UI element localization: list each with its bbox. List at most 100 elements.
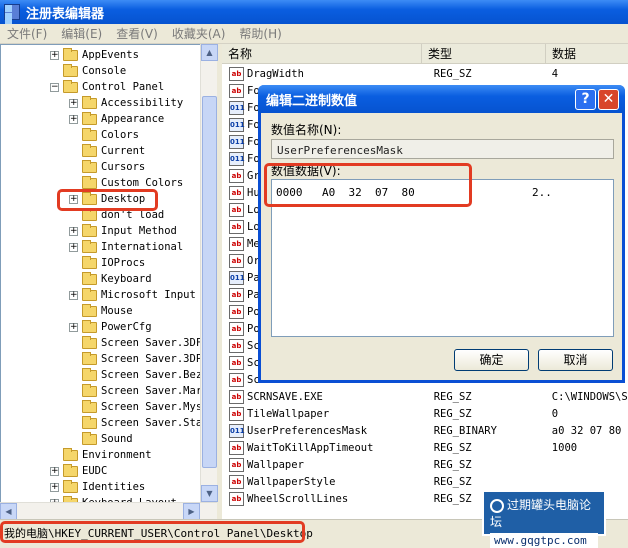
folder-icon — [82, 191, 97, 205]
tree-node[interactable]: IOProcs — [69, 255, 145, 271]
scroll-thumb[interactable] — [202, 96, 217, 468]
expand-icon[interactable]: + — [69, 290, 78, 300]
tree-node[interactable]: + Desktop — [69, 191, 145, 207]
tree-node[interactable]: Screen Saver.Bez — [69, 367, 202, 383]
string-value-icon: ab — [229, 389, 244, 404]
expand-icon[interactable]: + — [69, 226, 78, 236]
tree-node[interactable]: Custom Colors — [69, 175, 183, 191]
cell-type: REG_BINARY — [433, 424, 497, 437]
tree-node-label: Screen Saver.Bez — [101, 369, 203, 381]
hex-bytes[interactable]: A0 32 07 80 — [322, 186, 532, 199]
menu-edit[interactable]: 编辑(E) — [54, 25, 109, 42]
tree-node[interactable]: Screen Saver.3DP — [69, 351, 202, 367]
tree-node[interactable]: Console — [50, 63, 126, 79]
tree-node-label: Screen Saver.Sta — [101, 417, 203, 429]
list-item[interactable]: ab Wallpaper REG_SZ — [222, 456, 628, 473]
close-icon[interactable]: ✕ — [598, 89, 619, 110]
watermark-logo: 过期罐头电脑论坛 www.gqgtpc.com — [482, 490, 606, 548]
tree-node[interactable]: Keyboard — [69, 271, 152, 287]
cell-data: 0 — [551, 407, 559, 420]
list-item[interactable]: ab WallpaperStyle REG_SZ — [222, 473, 628, 490]
tree-node[interactable]: Screen Saver.Mys — [69, 399, 202, 415]
string-value-icon: ab — [229, 236, 244, 251]
string-value-icon: ab — [229, 168, 244, 183]
tree-node[interactable]: + AppEvents — [50, 47, 139, 63]
cell-name: TileWallpaper — [247, 407, 330, 420]
column-type-header[interactable]: 类型 — [422, 44, 546, 64]
list-item[interactable]: ab TileWallpaper REG_SZ 0 — [222, 405, 628, 422]
tree-node[interactable]: Current — [69, 143, 145, 159]
expand-icon[interactable]: + — [69, 194, 78, 204]
menu-file[interactable]: 文件(F) — [0, 25, 54, 42]
scroll-up-icon[interactable]: ▲ — [201, 44, 218, 61]
tree-node[interactable]: + International — [69, 239, 183, 255]
tree-node[interactable]: Mouse — [69, 303, 133, 319]
tree-node[interactable]: Screen Saver.3DF — [69, 335, 202, 351]
folder-icon — [82, 271, 97, 285]
tree-node[interactable]: + PowerCfg — [69, 319, 152, 335]
tree-node-label: Input Method — [101, 225, 177, 237]
tree-node[interactable]: don't load — [69, 207, 164, 223]
string-value-icon: ab — [229, 66, 244, 81]
tree-horizontal-scrollbar[interactable]: ◀ ▶ — [0, 502, 217, 520]
menu-bar: 文件(F) 编辑(E) 查看(V) 收藏夹(A) 帮助(H) — [0, 24, 628, 44]
scroll-left-icon[interactable]: ◀ — [0, 503, 17, 520]
status-path: 我的电脑\HKEY_CURRENT_USER\Control Panel\Des… — [4, 526, 313, 540]
cell-data: C:\WINDOWS\Sys — [551, 390, 628, 403]
tree-node[interactable]: Sound — [69, 431, 133, 447]
window-title: 注册表编辑器 — [26, 6, 105, 22]
tree-node[interactable]: Environment — [50, 447, 152, 463]
string-value-icon: ab — [229, 304, 244, 319]
tree-node[interactable]: + Microsoft Input — [69, 287, 196, 303]
collapse-icon[interactable]: − — [50, 82, 59, 92]
string-value-icon: ab — [229, 219, 244, 234]
hex-row[interactable]: 0000 A0 32 07 80 2.. — [276, 186, 552, 199]
scroll-right-icon[interactable]: ▶ — [183, 503, 200, 520]
tree-node[interactable]: + Input Method — [69, 223, 177, 239]
tree-node[interactable]: + EUDC — [50, 463, 107, 479]
ok-button[interactable]: 确定 — [454, 349, 529, 371]
expand-icon[interactable]: + — [50, 482, 59, 492]
tree-node-label: Custom Colors — [101, 177, 184, 189]
cancel-button[interactable]: 取消 — [538, 349, 613, 371]
menu-favorites[interactable]: 收藏夹(A) — [165, 25, 233, 42]
cell-type: REG_SZ — [433, 67, 472, 80]
tree-node[interactable]: Screen Saver.Mar — [69, 383, 202, 399]
hex-editor[interactable]: 0000 A0 32 07 80 2.. — [271, 179, 614, 337]
menu-view[interactable]: 查看(V) — [109, 25, 165, 42]
list-item[interactable]: ab DragWidth REG_SZ 4 — [222, 65, 628, 82]
tree-node-label: Mouse — [101, 305, 133, 317]
folder-icon — [82, 95, 97, 109]
expand-icon[interactable]: + — [69, 98, 78, 108]
expand-icon[interactable]: + — [69, 114, 78, 124]
column-data-header[interactable]: 数据 — [546, 44, 628, 64]
list-item[interactable]: 011 UserPreferencesMask REG_BINARY a0 32 07… — [222, 422, 628, 439]
folder-icon — [82, 159, 97, 173]
list-item[interactable]: abSCRNSAVE.EXE REG_SZ C:\WINDOWS\Sys — [222, 388, 628, 405]
expand-icon[interactable]: + — [69, 322, 78, 332]
tree-node[interactable]: + Identities — [50, 479, 145, 495]
scroll-down-icon[interactable]: ▼ — [201, 485, 218, 502]
help-icon[interactable]: ? — [575, 89, 596, 110]
menu-help[interactable]: 帮助(H) — [232, 25, 288, 42]
registry-tree[interactable]: + AppEvents Console − Control Panel + Accessib… — [0, 44, 203, 517]
tree-node[interactable]: + Appearance — [69, 111, 164, 127]
tree-vertical-scrollbar[interactable]: ▲ ▼ — [200, 44, 218, 502]
expand-icon[interactable]: + — [50, 466, 59, 476]
hex-ascii[interactable]: 2.. — [532, 186, 552, 199]
tree-node-label: don't load — [101, 209, 165, 221]
cell-type: REG_SZ — [433, 441, 472, 454]
expand-icon[interactable]: + — [50, 50, 59, 60]
expand-icon[interactable]: + — [69, 242, 78, 252]
tree-node[interactable]: − Control Panel — [50, 79, 164, 95]
cell-name: UserPreferencesMask — [247, 424, 368, 437]
list-item[interactable]: ab WaitToKillAppTimeout REG_SZ 1000 — [222, 439, 628, 456]
column-name-header[interactable]: 名称 — [222, 44, 422, 64]
cell-name: SCRNSAVE.EXE — [247, 390, 323, 403]
cell-type: REG_SZ — [433, 458, 472, 471]
folder-icon — [82, 399, 97, 413]
tree-node[interactable]: + Accessibility — [69, 95, 183, 111]
tree-node[interactable]: Cursors — [69, 159, 145, 175]
tree-node[interactable]: Colors — [69, 127, 139, 143]
tree-node[interactable]: Screen Saver.Sta — [69, 415, 202, 431]
